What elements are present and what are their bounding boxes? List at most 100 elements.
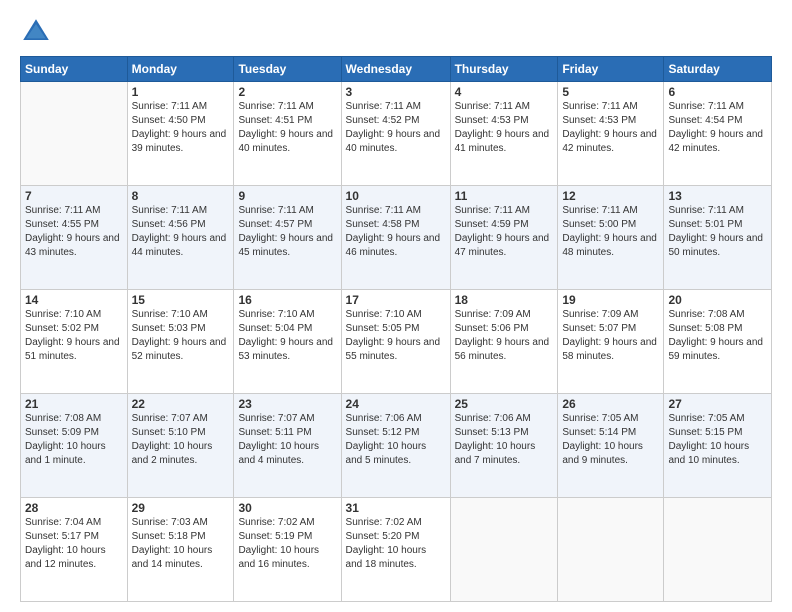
calendar-cell: 6Sunrise: 7:11 AMSunset: 4:54 PMDaylight…	[664, 82, 772, 186]
calendar-cell: 13Sunrise: 7:11 AMSunset: 5:01 PMDayligh…	[664, 186, 772, 290]
calendar-cell	[450, 498, 558, 602]
calendar-cell: 18Sunrise: 7:09 AMSunset: 5:06 PMDayligh…	[450, 290, 558, 394]
logo	[20, 16, 56, 48]
weekday-header-thursday: Thursday	[450, 57, 558, 82]
calendar-cell: 9Sunrise: 7:11 AMSunset: 4:57 PMDaylight…	[234, 186, 341, 290]
day-number: 17	[346, 293, 446, 307]
day-number: 23	[238, 397, 336, 411]
calendar-cell	[21, 82, 128, 186]
calendar-cell: 2Sunrise: 7:11 AMSunset: 4:51 PMDaylight…	[234, 82, 341, 186]
calendar-week-row: 7Sunrise: 7:11 AMSunset: 4:55 PMDaylight…	[21, 186, 772, 290]
day-info: Sunrise: 7:11 AMSunset: 4:52 PMDaylight:…	[346, 100, 446, 156]
day-info: Sunrise: 7:11 AMSunset: 4:57 PMDaylight:…	[238, 204, 336, 260]
day-number: 25	[455, 397, 554, 411]
day-number: 14	[25, 293, 123, 307]
day-info: Sunrise: 7:02 AMSunset: 5:20 PMDaylight:…	[346, 516, 446, 572]
day-number: 9	[238, 189, 336, 203]
calendar-cell: 19Sunrise: 7:09 AMSunset: 5:07 PMDayligh…	[558, 290, 664, 394]
calendar-week-row: 1Sunrise: 7:11 AMSunset: 4:50 PMDaylight…	[21, 82, 772, 186]
calendar-cell: 21Sunrise: 7:08 AMSunset: 5:09 PMDayligh…	[21, 394, 128, 498]
calendar-cell: 4Sunrise: 7:11 AMSunset: 4:53 PMDaylight…	[450, 82, 558, 186]
day-number: 24	[346, 397, 446, 411]
day-number: 27	[668, 397, 767, 411]
day-number: 15	[132, 293, 230, 307]
day-number: 3	[346, 85, 446, 99]
day-info: Sunrise: 7:09 AMSunset: 5:07 PMDaylight:…	[562, 308, 659, 364]
day-info: Sunrise: 7:11 AMSunset: 4:53 PMDaylight:…	[562, 100, 659, 156]
day-number: 28	[25, 501, 123, 515]
weekday-header-sunday: Sunday	[21, 57, 128, 82]
day-number: 20	[668, 293, 767, 307]
calendar-cell: 7Sunrise: 7:11 AMSunset: 4:55 PMDaylight…	[21, 186, 128, 290]
weekday-header-monday: Monday	[127, 57, 234, 82]
day-info: Sunrise: 7:02 AMSunset: 5:19 PMDaylight:…	[238, 516, 336, 572]
day-info: Sunrise: 7:11 AMSunset: 4:54 PMDaylight:…	[668, 100, 767, 156]
day-info: Sunrise: 7:11 AMSunset: 4:58 PMDaylight:…	[346, 204, 446, 260]
calendar-week-row: 14Sunrise: 7:10 AMSunset: 5:02 PMDayligh…	[21, 290, 772, 394]
calendar-cell: 31Sunrise: 7:02 AMSunset: 5:20 PMDayligh…	[341, 498, 450, 602]
calendar-cell	[664, 498, 772, 602]
calendar-cell: 26Sunrise: 7:05 AMSunset: 5:14 PMDayligh…	[558, 394, 664, 498]
day-info: Sunrise: 7:04 AMSunset: 5:17 PMDaylight:…	[25, 516, 123, 572]
day-info: Sunrise: 7:10 AMSunset: 5:03 PMDaylight:…	[132, 308, 230, 364]
day-info: Sunrise: 7:11 AMSunset: 4:50 PMDaylight:…	[132, 100, 230, 156]
calendar-cell: 3Sunrise: 7:11 AMSunset: 4:52 PMDaylight…	[341, 82, 450, 186]
day-info: Sunrise: 7:11 AMSunset: 4:55 PMDaylight:…	[25, 204, 123, 260]
weekday-header-friday: Friday	[558, 57, 664, 82]
day-number: 13	[668, 189, 767, 203]
weekday-header-row: SundayMondayTuesdayWednesdayThursdayFrid…	[21, 57, 772, 82]
day-number: 4	[455, 85, 554, 99]
day-number: 6	[668, 85, 767, 99]
calendar-cell: 29Sunrise: 7:03 AMSunset: 5:18 PMDayligh…	[127, 498, 234, 602]
day-info: Sunrise: 7:05 AMSunset: 5:14 PMDaylight:…	[562, 412, 659, 468]
calendar-cell	[558, 498, 664, 602]
day-info: Sunrise: 7:08 AMSunset: 5:09 PMDaylight:…	[25, 412, 123, 468]
calendar-cell: 28Sunrise: 7:04 AMSunset: 5:17 PMDayligh…	[21, 498, 128, 602]
calendar-cell: 22Sunrise: 7:07 AMSunset: 5:10 PMDayligh…	[127, 394, 234, 498]
day-info: Sunrise: 7:06 AMSunset: 5:12 PMDaylight:…	[346, 412, 446, 468]
calendar-cell: 12Sunrise: 7:11 AMSunset: 5:00 PMDayligh…	[558, 186, 664, 290]
day-number: 2	[238, 85, 336, 99]
calendar-cell: 16Sunrise: 7:10 AMSunset: 5:04 PMDayligh…	[234, 290, 341, 394]
day-info: Sunrise: 7:03 AMSunset: 5:18 PMDaylight:…	[132, 516, 230, 572]
calendar-cell: 11Sunrise: 7:11 AMSunset: 4:59 PMDayligh…	[450, 186, 558, 290]
calendar-cell: 20Sunrise: 7:08 AMSunset: 5:08 PMDayligh…	[664, 290, 772, 394]
calendar-cell: 14Sunrise: 7:10 AMSunset: 5:02 PMDayligh…	[21, 290, 128, 394]
day-info: Sunrise: 7:09 AMSunset: 5:06 PMDaylight:…	[455, 308, 554, 364]
day-info: Sunrise: 7:11 AMSunset: 4:56 PMDaylight:…	[132, 204, 230, 260]
calendar-cell: 17Sunrise: 7:10 AMSunset: 5:05 PMDayligh…	[341, 290, 450, 394]
day-number: 1	[132, 85, 230, 99]
calendar-cell: 10Sunrise: 7:11 AMSunset: 4:58 PMDayligh…	[341, 186, 450, 290]
day-info: Sunrise: 7:11 AMSunset: 5:00 PMDaylight:…	[562, 204, 659, 260]
day-number: 10	[346, 189, 446, 203]
calendar-cell: 8Sunrise: 7:11 AMSunset: 4:56 PMDaylight…	[127, 186, 234, 290]
day-info: Sunrise: 7:11 AMSunset: 4:53 PMDaylight:…	[455, 100, 554, 156]
day-info: Sunrise: 7:06 AMSunset: 5:13 PMDaylight:…	[455, 412, 554, 468]
header	[20, 16, 772, 48]
calendar-cell: 23Sunrise: 7:07 AMSunset: 5:11 PMDayligh…	[234, 394, 341, 498]
day-number: 26	[562, 397, 659, 411]
day-number: 29	[132, 501, 230, 515]
day-info: Sunrise: 7:11 AMSunset: 5:01 PMDaylight:…	[668, 204, 767, 260]
day-info: Sunrise: 7:10 AMSunset: 5:05 PMDaylight:…	[346, 308, 446, 364]
day-info: Sunrise: 7:07 AMSunset: 5:10 PMDaylight:…	[132, 412, 230, 468]
day-number: 7	[25, 189, 123, 203]
calendar-cell: 27Sunrise: 7:05 AMSunset: 5:15 PMDayligh…	[664, 394, 772, 498]
calendar-cell: 30Sunrise: 7:02 AMSunset: 5:19 PMDayligh…	[234, 498, 341, 602]
logo-icon	[20, 16, 52, 48]
calendar-table: SundayMondayTuesdayWednesdayThursdayFrid…	[20, 56, 772, 602]
day-info: Sunrise: 7:10 AMSunset: 5:02 PMDaylight:…	[25, 308, 123, 364]
calendar-cell: 25Sunrise: 7:06 AMSunset: 5:13 PMDayligh…	[450, 394, 558, 498]
day-number: 22	[132, 397, 230, 411]
calendar-cell: 1Sunrise: 7:11 AMSunset: 4:50 PMDaylight…	[127, 82, 234, 186]
day-number: 30	[238, 501, 336, 515]
day-number: 12	[562, 189, 659, 203]
day-number: 8	[132, 189, 230, 203]
day-info: Sunrise: 7:11 AMSunset: 4:59 PMDaylight:…	[455, 204, 554, 260]
day-info: Sunrise: 7:08 AMSunset: 5:08 PMDaylight:…	[668, 308, 767, 364]
weekday-header-saturday: Saturday	[664, 57, 772, 82]
day-info: Sunrise: 7:10 AMSunset: 5:04 PMDaylight:…	[238, 308, 336, 364]
calendar-week-row: 28Sunrise: 7:04 AMSunset: 5:17 PMDayligh…	[21, 498, 772, 602]
day-number: 31	[346, 501, 446, 515]
day-number: 18	[455, 293, 554, 307]
